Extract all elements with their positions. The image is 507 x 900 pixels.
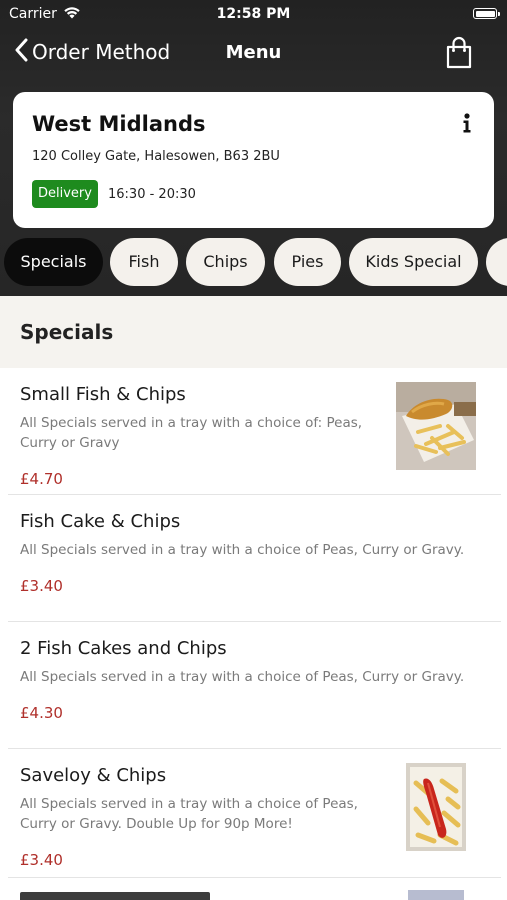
item-image-cutoff [408,890,464,900]
shopping-bag-icon[interactable] [445,36,473,74]
saveloy-chips-image [406,763,466,851]
tab-pies[interactable]: Pies [274,238,341,286]
item-description-line: All Specials served in a tray with a cho… [20,796,358,812]
item-price: £4.30 [20,704,63,722]
item-name: 2 Fish Cakes and Chips [20,638,227,659]
menu-item-2-fish-cakes-chips[interactable]: 2 Fish Cakes and Chips All Specials serv… [0,622,507,749]
item-name: Small Fish & Chips [20,384,186,405]
item-description-line: All Specials served in a tray with a cho… [20,669,465,685]
section-header: Specials [0,296,507,368]
item-price: £4.70 [20,470,63,488]
item-name-cutoff [20,892,210,900]
item-description: All Specials served in a tray with a cho… [20,540,464,560]
item-description-line: Curry or Gravy [20,435,120,451]
item-name: Saveloy & Chips [20,765,167,786]
menu-item-small-fish-chips[interactable]: Small Fish & Chips All Specials served i… [0,368,507,495]
menu-item-fish-cake-chips[interactable]: Fish Cake & Chips All Specials served in… [0,495,507,622]
item-description-line: Curry or Gravy. Double Up for 90p More! [20,816,293,832]
item-description: All Specials served in a tray with a cho… [20,794,358,834]
item-price: £3.40 [20,851,63,869]
page-title: Menu [225,42,282,63]
menu-item-saveloy-chips[interactable]: Saveloy & Chips All Specials served in a… [0,749,507,878]
store-address: 120 Colley Gate, Halesowen, B63 2BU [32,149,280,164]
tab-more[interactable] [486,238,507,286]
tab-kids-special[interactable]: Kids Special [349,238,478,286]
tab-fish[interactable]: Fish [110,238,178,286]
item-price: £3.40 [20,577,63,595]
opening-hours: 16:30 - 20:30 [108,187,196,202]
section-title: Specials [20,320,114,344]
tab-chips[interactable]: Chips [186,238,265,286]
item-description: All Specials served in a tray with a cho… [20,667,464,687]
clock: 12:58 PM [216,6,291,22]
store-info-card: West Midlands 120 Colley Gate, Halesowen… [13,92,494,228]
store-name: West Midlands [32,112,206,136]
status-bar: Carrier 12:58 PM [0,0,507,28]
fish-chips-image [396,382,476,470]
category-tabs: Specials Fish Chips Pies Kids Special [0,238,507,288]
navigation-bar: Order Method Menu [0,28,507,80]
battery-icon [473,8,500,19]
info-icon[interactable] [462,112,472,134]
item-description: All Specials served in a tray with a cho… [20,413,362,453]
item-name: Fish Cake & Chips [20,511,181,532]
delivery-badge: Delivery [32,180,98,208]
item-description-line: All Specials served in a tray with a cho… [20,542,465,558]
tab-specials[interactable]: Specials [4,238,103,286]
menu-item-partial[interactable] [0,878,507,900]
item-description-line: All Specials served in a tray with a cho… [20,415,363,431]
